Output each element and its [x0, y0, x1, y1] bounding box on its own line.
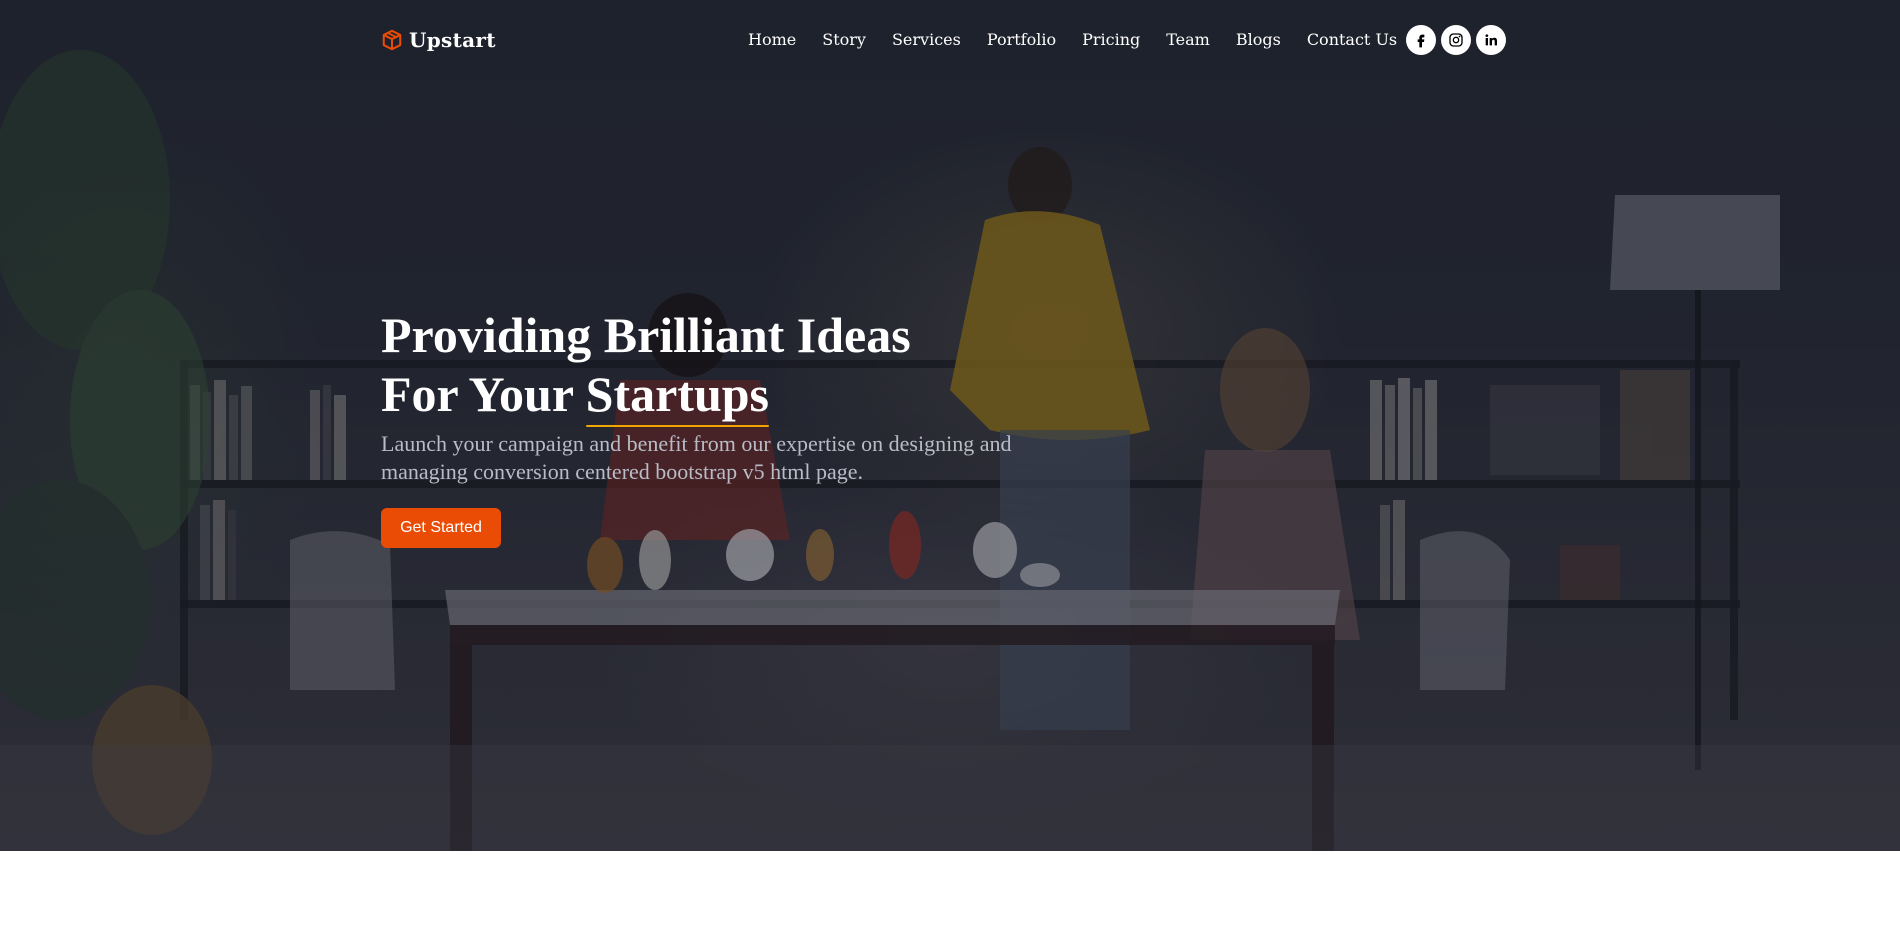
nav-item-team[interactable]: Team: [1166, 28, 1210, 52]
facebook-button[interactable]: [1406, 25, 1436, 55]
social-links: [1406, 25, 1506, 55]
nav-item-portfolio[interactable]: Portfolio: [987, 28, 1056, 52]
hero-title-highlight: Startups: [585, 366, 770, 427]
instagram-icon: [1449, 33, 1463, 47]
linkedin-button[interactable]: [1476, 25, 1506, 55]
nav-item-services[interactable]: Services: [892, 28, 961, 52]
hero-content: Providing Brilliant Ideas For Your Start…: [381, 306, 1141, 548]
nav-item-blogs[interactable]: Blogs: [1236, 28, 1281, 52]
instagram-button[interactable]: [1441, 25, 1471, 55]
hero-title-prefix: For Your: [381, 366, 586, 422]
nav-item-pricing[interactable]: Pricing: [1082, 28, 1140, 52]
nav-item-home[interactable]: Home: [748, 28, 796, 52]
hero-title-line-1: Providing Brilliant Ideas: [381, 307, 911, 363]
navbar: Upstart Home Story Services Portfolio Pr…: [0, 0, 1900, 80]
package-box-icon: [382, 29, 402, 51]
hero-title: Providing Brilliant Ideas For Your Start…: [381, 306, 1141, 427]
hero-subtitle: Launch your campaign and benefit from ou…: [381, 431, 1012, 484]
facebook-icon: [1417, 34, 1425, 48]
brand-logo[interactable]: Upstart: [381, 24, 496, 56]
brand-name: Upstart: [409, 28, 496, 52]
hero-title-line-2: For Your Startups: [381, 365, 1141, 427]
nav-item-contact-us[interactable]: Contact Us: [1307, 28, 1397, 52]
nav-item-story[interactable]: Story: [822, 28, 866, 52]
linkedin-icon: [1485, 34, 1497, 46]
hero-section: Upstart Home Story Services Portfolio Pr…: [0, 0, 1900, 851]
main-nav: Home Story Services Portfolio Pricing Te…: [748, 28, 1397, 52]
get-started-button[interactable]: Get Started: [381, 508, 501, 548]
